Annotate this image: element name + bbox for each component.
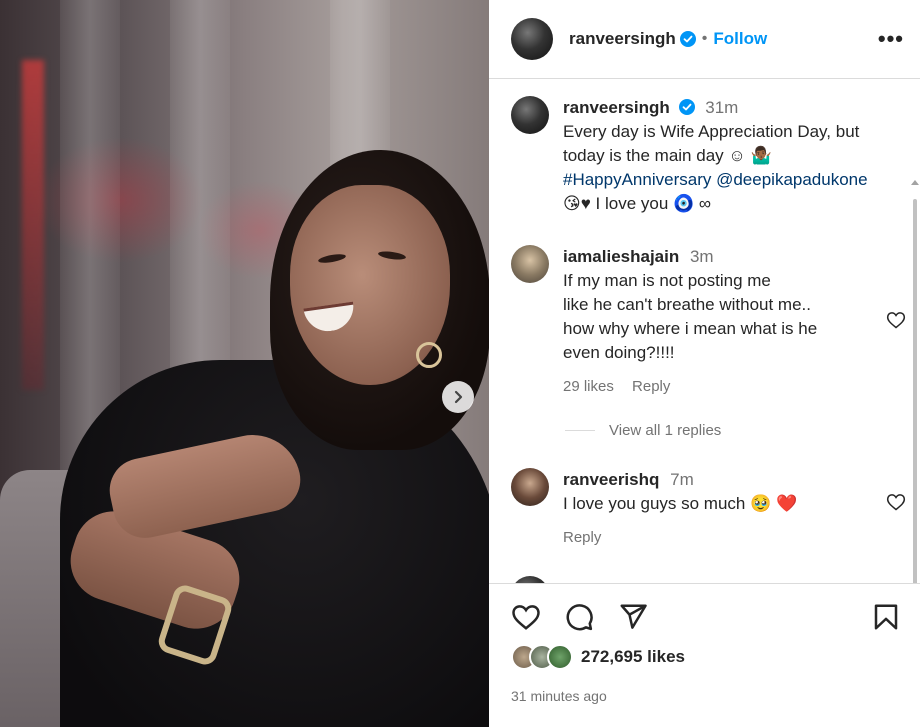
avatar[interactable] <box>511 18 553 60</box>
comment-likes[interactable]: 29 likes <box>563 378 614 395</box>
post-sidebar: ranveersingh • Follow ••• ranveersingh 3… <box>489 0 920 727</box>
comment-text: I love you guys so much 🥹 ❤️ <box>563 494 798 513</box>
likes-row: 272,695 likes <box>511 644 685 670</box>
comment-icon[interactable] <box>564 602 594 632</box>
comment-text-line: If my man is not posting me <box>563 271 771 290</box>
hashtag-link[interactable]: #HappyAnniversary <box>563 170 711 189</box>
divider <box>565 430 595 431</box>
more-options-icon[interactable]: ••• <box>878 26 904 52</box>
comment-text-line: how why where i mean what is he <box>563 319 818 338</box>
caption: ranveersingh 31m Every day is Wife Appre… <box>511 96 901 216</box>
chevron-right-icon <box>454 390 463 404</box>
separator: • <box>701 30 708 47</box>
caption-text-line: 😘♥ I love you 🧿 ∞ <box>563 194 712 213</box>
comment-username[interactable]: ranveerishq <box>563 470 659 489</box>
avatar[interactable] <box>511 245 549 283</box>
scrollbar[interactable] <box>911 180 919 583</box>
likers-avatars[interactable] <box>511 644 577 670</box>
reply-button[interactable]: Reply <box>563 529 601 546</box>
avatar[interactable] <box>511 576 549 583</box>
verified-badge-icon <box>678 99 695 115</box>
caption-text-line: today is the main day ☺ 🤷🏾‍♂️ <box>563 146 772 165</box>
comment-time[interactable]: 3m <box>690 247 714 266</box>
username-link[interactable]: ranveersingh <box>569 29 676 49</box>
earring <box>416 342 442 368</box>
caption-username[interactable]: ranveersingh <box>563 98 670 117</box>
action-bar <box>511 602 911 632</box>
comment-text-line: even doing?!!!! <box>563 343 675 362</box>
post-media[interactable] <box>0 0 489 727</box>
caption-content: ranveersingh 31m Every day is Wife Appre… <box>563 96 901 216</box>
verified-badge-icon <box>679 31 696 47</box>
comment-content: ranveerishq 7m I love you guys so much 🥹… <box>563 468 901 550</box>
post-footer: 272,695 likes 31 minutes ago <box>489 583 920 727</box>
reply-button[interactable]: Reply <box>632 378 670 395</box>
heart-icon[interactable] <box>886 310 906 330</box>
bookmark-icon[interactable] <box>871 602 901 632</box>
heart-icon[interactable] <box>511 602 541 632</box>
comment: ranveerishq 7m I love you guys so much 🥹… <box>511 468 901 550</box>
caption-time[interactable]: 31m <box>705 98 738 117</box>
comment-username[interactable]: iamalieshajain <box>563 247 679 266</box>
view-replies-label: View all 1 replies <box>609 422 722 439</box>
mention-link[interactable]: @deepikapadukone <box>716 170 868 189</box>
view-replies-button[interactable]: View all 1 replies <box>565 422 721 439</box>
heart-icon[interactable] <box>886 492 906 512</box>
post-timestamp[interactable]: 31 minutes ago <box>511 688 607 704</box>
follow-button[interactable]: Follow <box>713 29 767 49</box>
likes-count[interactable]: 272,695 likes <box>581 647 685 667</box>
comment-time[interactable]: 7m <box>670 470 694 489</box>
post-header: ranveersingh • Follow ••• <box>489 0 920 79</box>
next-slide-button[interactable] <box>442 381 474 413</box>
avatar[interactable] <box>511 468 549 506</box>
avatar <box>547 644 573 670</box>
comment-text-line: like he can't breathe without me.. <box>563 295 811 314</box>
avatar[interactable] <box>511 96 549 134</box>
comments-section[interactable]: ranveersingh 31m Every day is Wife Appre… <box>489 80 920 583</box>
scrollbar-thumb[interactable] <box>913 199 917 583</box>
comment-content: iamalieshajain 3m If my man is not posti… <box>563 245 901 399</box>
share-icon[interactable] <box>618 602 648 632</box>
comment: iamalieshajain 3m If my man is not posti… <box>511 245 901 399</box>
caption-text-line: Every day is Wife Appreciation Day, but <box>563 122 860 141</box>
scroll-up-icon[interactable] <box>911 180 919 185</box>
background-light <box>22 60 44 390</box>
